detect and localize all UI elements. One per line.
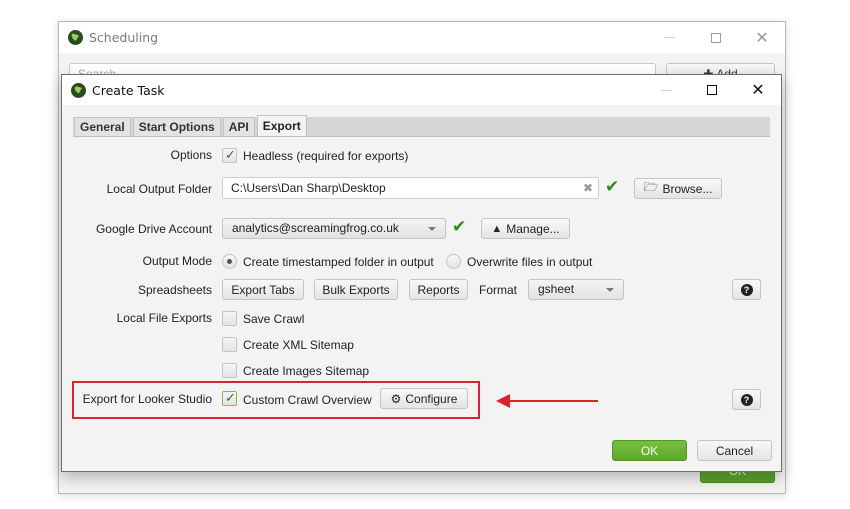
- dialog-title: Create Task: [92, 82, 165, 98]
- maximize-button[interactable]: [693, 22, 739, 53]
- looker-help-button[interactable]: ?: [732, 389, 761, 410]
- chevron-down-icon: [428, 227, 436, 231]
- highlight-box: [72, 381, 480, 419]
- app-logo-icon: [71, 82, 86, 98]
- help-icon: ?: [740, 393, 753, 406]
- create-xml-sitemap-checkbox[interactable]: [222, 337, 237, 352]
- output-mode-label: Output Mode: [142, 254, 212, 268]
- bulk-exports-button[interactable]: Bulk Exports: [314, 279, 398, 300]
- clear-icon[interactable]: ✖: [583, 178, 593, 198]
- folder-icon: 🗁: [643, 180, 659, 194]
- minimize-icon: [665, 37, 675, 38]
- app-logo-icon: [68, 30, 83, 45]
- save-crawl-checkbox[interactable]: [222, 311, 237, 326]
- create-images-sitemap-checkbox[interactable]: [222, 363, 237, 378]
- browse-button[interactable]: 🗁 Browse...: [634, 178, 722, 199]
- maximize-icon: [707, 85, 717, 95]
- create-task-titlebar: Create Task ✕: [62, 75, 781, 105]
- tab-start-options[interactable]: Start Options: [132, 117, 221, 136]
- close-button[interactable]: ✕: [739, 22, 785, 53]
- create-xml-sitemap-label: Create XML Sitemap: [243, 338, 354, 352]
- tab-bar: General Start Options API Export: [73, 115, 770, 137]
- google-drive-account-select[interactable]: analytics@screamingfrog.co.uk: [222, 218, 446, 239]
- drive-valid-check-icon: ✔: [452, 217, 467, 236]
- scheduling-titlebar: Scheduling ✕: [59, 22, 785, 53]
- ok-button[interactable]: OK: [612, 440, 687, 461]
- close-icon: ✕: [755, 29, 769, 47]
- google-drive-account-value: analytics@screamingfrog.co.uk: [232, 221, 399, 235]
- manage-button[interactable]: ▲ Manage...: [481, 218, 570, 239]
- minimize-button[interactable]: [647, 22, 693, 53]
- local-output-folder-input[interactable]: C:\Users\Dan Sharp\Desktop ✖: [222, 177, 599, 199]
- headless-label: Headless (required for exports): [243, 149, 409, 163]
- timestamped-folder-radio[interactable]: [222, 254, 237, 269]
- browse-label: Browse...: [662, 181, 713, 196]
- chevron-down-icon: [606, 288, 614, 292]
- help-icon: ?: [740, 283, 753, 296]
- format-select[interactable]: gsheet: [528, 279, 624, 300]
- close-button[interactable]: ✕: [735, 75, 781, 105]
- tab-general[interactable]: General: [74, 117, 131, 136]
- timestamped-folder-label: Create timestamped folder in output: [243, 255, 434, 269]
- headless-checkbox[interactable]: [222, 147, 237, 163]
- spreadsheets-label: Spreadsheets: [137, 283, 212, 297]
- overwrite-files-label: Overwrite files in output: [467, 255, 593, 269]
- google-drive-account-label: Google Drive Account: [95, 222, 212, 236]
- local-output-folder-value: C:\Users\Dan Sharp\Desktop: [231, 181, 386, 195]
- options-label: Options: [170, 148, 212, 162]
- tab-export[interactable]: Export: [256, 115, 307, 136]
- close-icon: ✕: [751, 82, 765, 99]
- tab-api[interactable]: API: [222, 117, 255, 136]
- create-images-sitemap-label: Create Images Sitemap: [243, 364, 370, 378]
- local-output-folder-label: Local Output Folder: [106, 182, 212, 196]
- overwrite-files-radio[interactable]: [446, 254, 461, 269]
- save-crawl-label: Save Crawl: [243, 312, 305, 326]
- minimize-icon: [661, 89, 671, 91]
- folder-valid-check-icon: ✔: [605, 177, 620, 196]
- format-label: Format: [479, 283, 518, 297]
- maximize-button[interactable]: [689, 75, 735, 105]
- spreadsheets-help-button[interactable]: ?: [732, 279, 761, 300]
- google-drive-icon: ▲: [491, 222, 503, 235]
- minimize-button[interactable]: [643, 75, 689, 105]
- cancel-button[interactable]: Cancel: [697, 440, 772, 461]
- local-file-exports-label: Local File Exports: [116, 311, 212, 325]
- maximize-icon: [711, 32, 721, 43]
- annotation-arrow-icon: [496, 394, 598, 408]
- scheduling-title: Scheduling: [89, 30, 159, 45]
- export-tabs-button[interactable]: Export Tabs: [222, 279, 304, 300]
- reports-button[interactable]: Reports: [409, 279, 468, 300]
- format-value: gsheet: [538, 282, 575, 296]
- manage-label: Manage...: [506, 221, 560, 236]
